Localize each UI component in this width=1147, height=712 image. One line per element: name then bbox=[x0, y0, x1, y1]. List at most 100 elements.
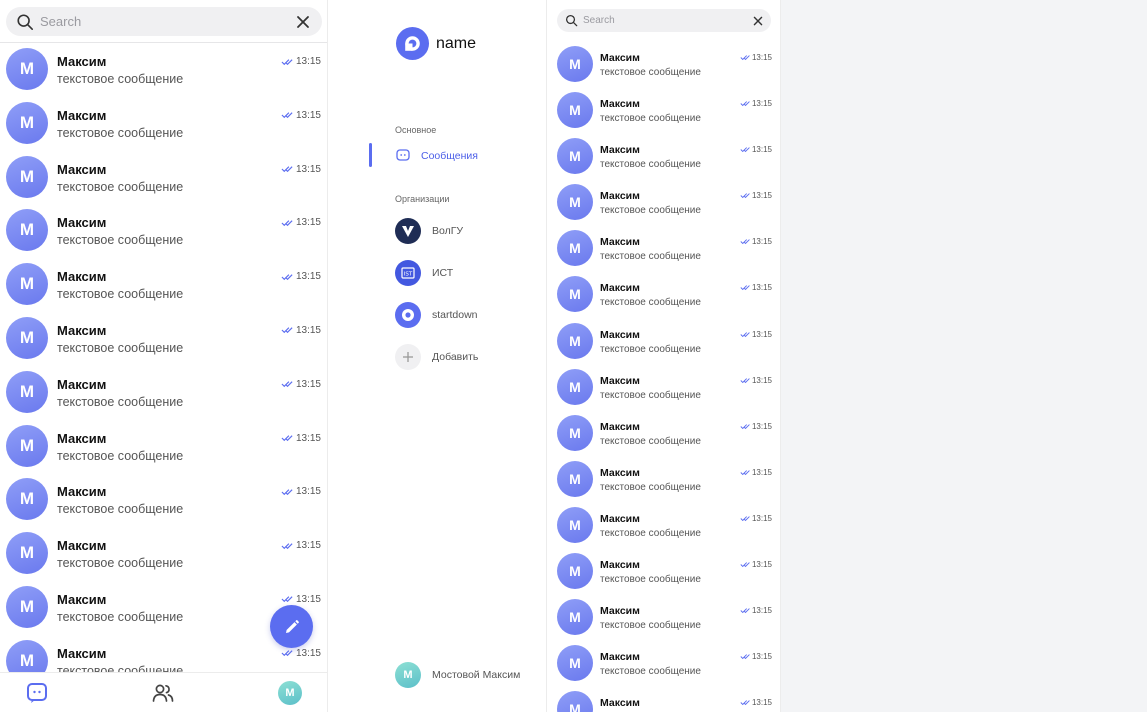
read-check-icon bbox=[281, 650, 293, 657]
chat-time: 13:15 bbox=[281, 594, 321, 605]
chat-list-item[interactable]: ММаксимтекстовое сообщение13:15 bbox=[547, 180, 780, 226]
close-icon[interactable] bbox=[753, 16, 763, 26]
chat-time-text: 13:15 bbox=[751, 53, 772, 62]
chat-time: 13:15 bbox=[740, 560, 772, 569]
bottom-tab-bar: М bbox=[0, 672, 327, 712]
chat-time-text: 13:15 bbox=[751, 375, 772, 385]
chat-name: Максим bbox=[600, 374, 640, 387]
avatar: М bbox=[557, 46, 593, 82]
chat-name: Максим bbox=[57, 430, 107, 446]
volgu-logo-icon bbox=[395, 218, 421, 244]
chat-preview: текстовое сообщение bbox=[57, 556, 184, 571]
chat-preview: текстовое сообщение bbox=[600, 251, 701, 263]
chat-list-item[interactable]: ММаксимтекстовое сообщение13:15 bbox=[0, 43, 327, 97]
chat-preview: текстовое сообщение bbox=[57, 448, 184, 463]
chat-list-item[interactable]: ММаксимтекстовое сообщение13:15 bbox=[547, 503, 780, 549]
close-icon[interactable] bbox=[296, 15, 310, 29]
chat-list-item[interactable]: ММаксимтекстовое сообщение13:15 bbox=[547, 42, 780, 88]
chat-list-item[interactable]: ММаксимтекстовое сообщение13:15 bbox=[0, 204, 327, 258]
read-check-icon bbox=[281, 542, 293, 549]
chat-preview: текстовое сообщение bbox=[57, 233, 184, 248]
chat-time: 13:15 bbox=[281, 648, 321, 659]
chat-time-text: 13:15 bbox=[295, 378, 321, 390]
chat-list-item[interactable]: ММаксимтекстовое сообщение13:15 bbox=[0, 527, 327, 581]
chat-time: 13:15 bbox=[740, 283, 772, 292]
tab-contacts[interactable] bbox=[151, 681, 175, 705]
chat-list-item[interactable]: ММаксимтекстовое сообщение13:15 bbox=[547, 88, 780, 134]
chat-preview: текстовое сообщение bbox=[600, 666, 701, 678]
chat-name: Максим bbox=[57, 215, 107, 231]
tab-profile[interactable]: М bbox=[278, 681, 302, 705]
mobile-search-input[interactable] bbox=[40, 14, 296, 29]
chat-list-item[interactable]: ММаксимтекстовое сообщение13:15 bbox=[547, 457, 780, 503]
chat-list-item[interactable]: ММаксимтекстовое сообщение13:15 bbox=[547, 641, 780, 687]
chat-list-item[interactable]: ММаксимтекстовое сообщение13:15 bbox=[0, 473, 327, 527]
chat-preview: текстовое сообщение bbox=[57, 340, 184, 355]
profile-item[interactable]: М Мостовой Максим bbox=[395, 662, 520, 688]
avatar: М bbox=[557, 599, 593, 636]
avatar: М bbox=[6, 478, 48, 521]
plus-icon bbox=[395, 344, 421, 370]
chat-list-item[interactable]: ММаксимтекстовое сообщение13:15 bbox=[0, 366, 327, 420]
chat-preview: текстовое сообщение bbox=[600, 159, 701, 171]
chat-list-item[interactable]: ММаксимтекстовое сообщение13:15 bbox=[547, 226, 780, 272]
avatar: М bbox=[557, 92, 593, 129]
startdown-logo-icon bbox=[395, 302, 421, 328]
nav-item-messages[interactable]: Сообщения bbox=[369, 143, 545, 167]
chat-preview: текстовое сообщение bbox=[57, 287, 184, 302]
read-check-icon bbox=[740, 562, 750, 568]
chat-preview: текстовое сообщение bbox=[600, 527, 701, 539]
chat-name: Максим bbox=[57, 54, 107, 69]
chat-preview: текстовое сообщение bbox=[57, 125, 184, 140]
read-check-icon bbox=[281, 489, 293, 495]
chat-time: 13:15 bbox=[740, 468, 772, 477]
tab-chats[interactable] bbox=[25, 681, 49, 705]
new-message-button[interactable] bbox=[270, 605, 313, 648]
chat-list-item[interactable]: ММаксимтекстовое сообщение13:15 bbox=[547, 319, 780, 365]
chat-preview: текстовое сообщение bbox=[600, 113, 701, 125]
chat-list-item[interactable]: ММаксимтекстовое сообщение13:15 bbox=[0, 258, 327, 312]
chat-time: 13:15 bbox=[281, 110, 321, 121]
search-icon bbox=[17, 13, 34, 30]
avatar: М bbox=[557, 645, 593, 682]
avatar: М bbox=[6, 48, 48, 90]
chat-preview: текстовое сообщение bbox=[600, 389, 701, 401]
desktop-search-input[interactable] bbox=[583, 15, 753, 26]
chat-time: 13:15 bbox=[740, 698, 772, 707]
ist-logo-icon: IST bbox=[395, 260, 421, 286]
chat-list-item[interactable]: ММаксимтекстовое сообщение13:15 bbox=[547, 134, 780, 180]
chat-list-item[interactable]: ММаксимтекстовое сообщение13:15 bbox=[547, 687, 780, 712]
chat-list-item[interactable]: ММаксимтекстовое сообщение13:15 bbox=[0, 151, 327, 205]
org-label: ИСТ bbox=[432, 267, 454, 279]
chat-list-item[interactable]: ММаксимтекстовое сообщение13:15 bbox=[0, 97, 327, 151]
chat-time-text: 13:15 bbox=[751, 329, 772, 339]
chat-time: 13:15 bbox=[740, 606, 772, 615]
avatar: М bbox=[557, 414, 593, 451]
chat-time-text: 13:15 bbox=[751, 560, 772, 570]
pencil-icon bbox=[285, 619, 299, 633]
add-org-button[interactable]: Добавить bbox=[395, 343, 545, 371]
chat-time: 13:15 bbox=[281, 379, 321, 390]
chat-preview: текстовое сообщение bbox=[600, 343, 701, 355]
org-item-ist[interactable]: IST ИСТ bbox=[395, 259, 545, 287]
chat-list-item[interactable]: ММаксимтекстовое сообщение13:15 bbox=[0, 312, 327, 366]
chat-time-text: 13:15 bbox=[751, 698, 772, 708]
chat-time: 13:15 bbox=[740, 652, 772, 661]
chat-list-item[interactable]: ММаксимтекстовое сообщение13:15 bbox=[547, 365, 780, 411]
chat-list-item[interactable]: ММаксимтекстовое сообщение13:15 bbox=[547, 549, 780, 595]
chat-preview: текстовое сообщение bbox=[600, 297, 701, 309]
org-item-volgu[interactable]: ВолГУ bbox=[395, 217, 545, 245]
chat-time: 13:15 bbox=[740, 514, 772, 523]
chat-list-item[interactable]: ММаксимтекстовое сообщение13:15 bbox=[0, 420, 327, 474]
search-icon bbox=[565, 14, 578, 27]
chat-time-text: 13:15 bbox=[295, 486, 321, 498]
chat-time-text: 13:15 bbox=[295, 593, 321, 605]
chat-list-item[interactable]: ММаксимтекстовое сообщение13:15 bbox=[547, 411, 780, 457]
chat-time-text: 13:15 bbox=[295, 432, 321, 444]
chat-list-item[interactable]: ММаксимтекстовое сообщение13:15 bbox=[547, 595, 780, 641]
chat-time-text: 13:15 bbox=[751, 237, 772, 247]
chat-list-item[interactable]: ММаксимтекстовое сообщение13:15 bbox=[547, 272, 780, 318]
section-label-orgs: Организации bbox=[395, 194, 450, 204]
org-item-startdown[interactable]: startdown bbox=[395, 301, 545, 329]
profile-name: Мостовой Максим bbox=[432, 669, 521, 681]
